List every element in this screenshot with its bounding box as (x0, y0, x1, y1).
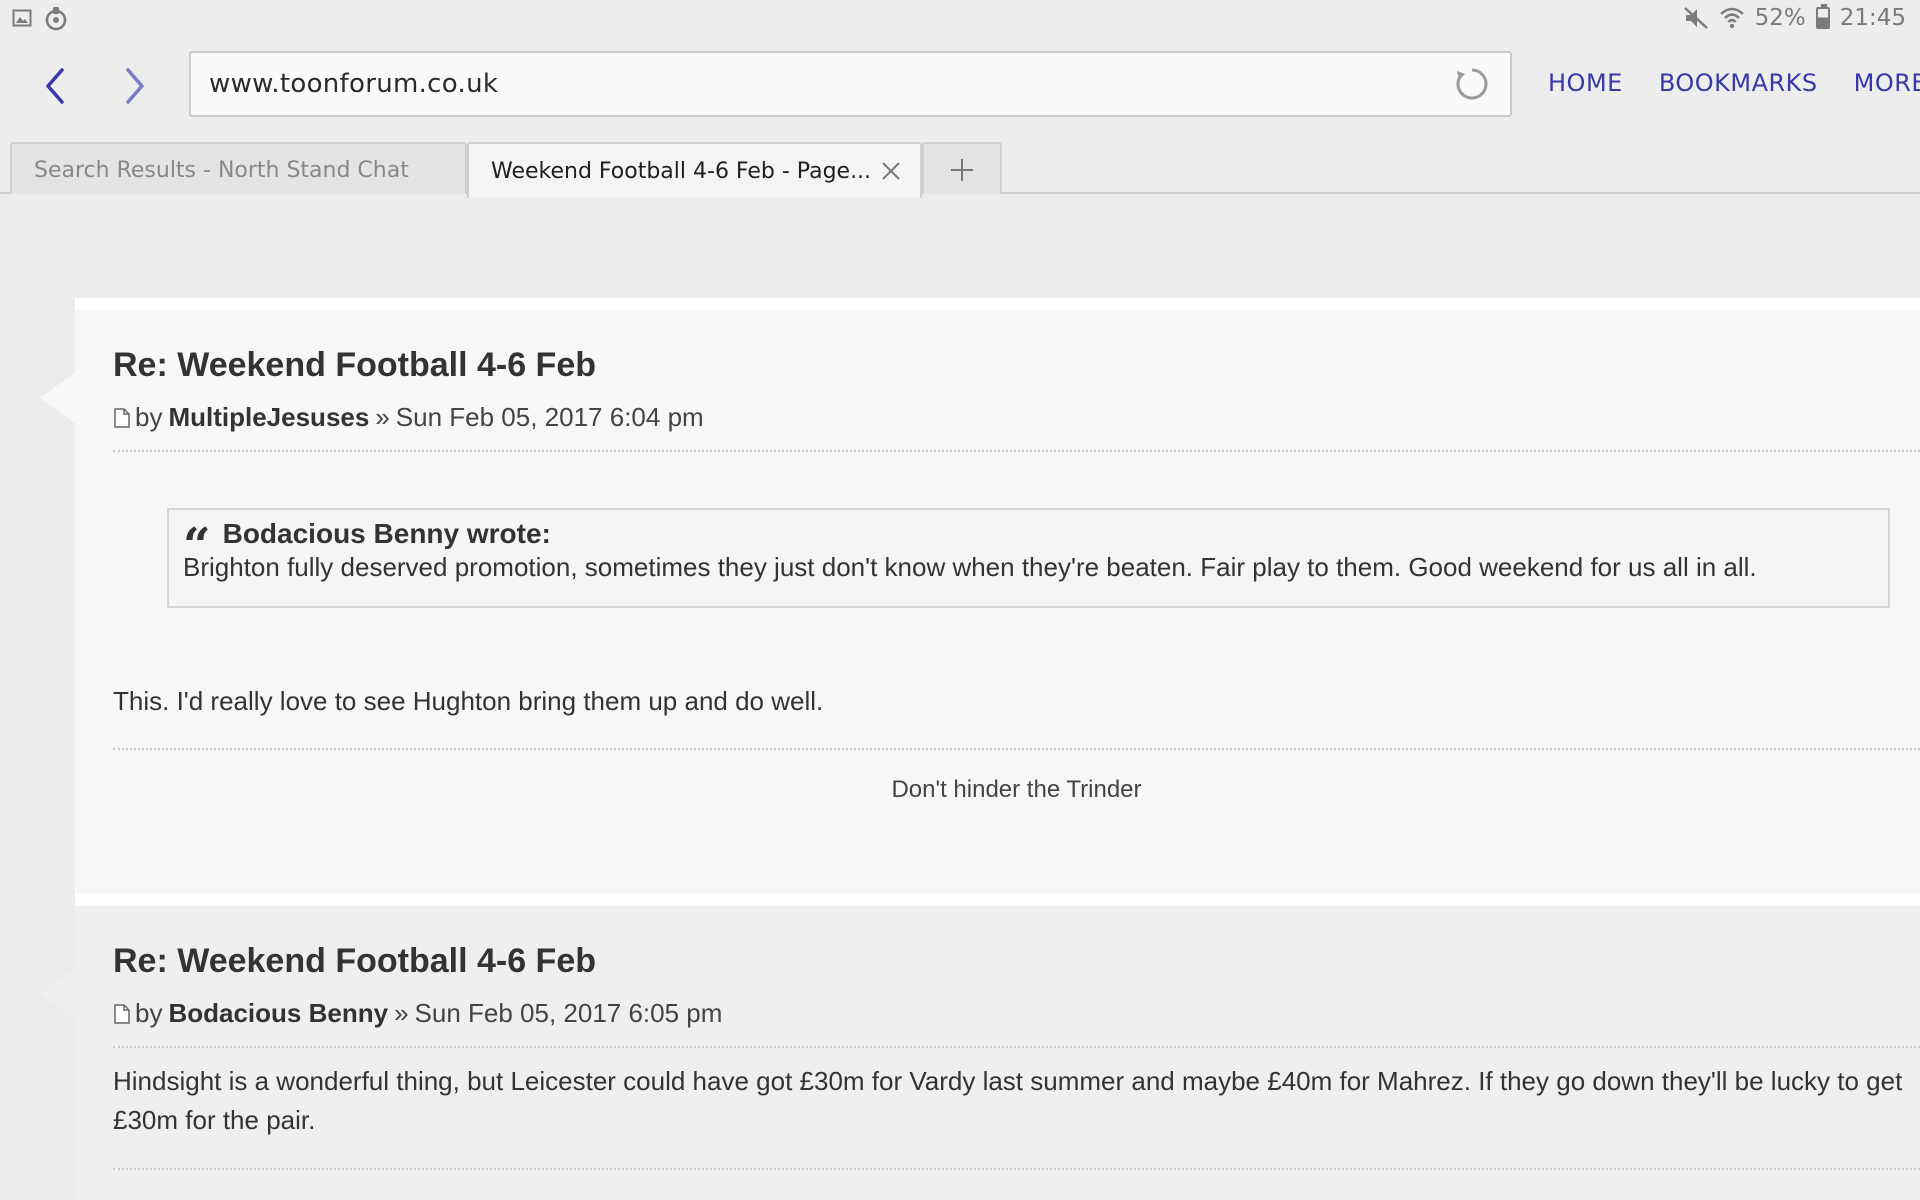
quote-author: Bodacious Benny wrote: (222, 518, 551, 549)
forum-post: Re: Weekend Football 4-6 Feb by Bodaciou… (0, 906, 1920, 1200)
more-link[interactable]: MORE (1854, 69, 1920, 97)
post-by: by (135, 998, 163, 1028)
page-top-area (75, 194, 1920, 298)
post-date: Sun Feb 05, 2017 6:04 pm (395, 402, 704, 432)
signature-divider (113, 1168, 1920, 1170)
post-gutter (0, 906, 75, 1200)
chevron-right-icon (126, 68, 144, 104)
page-content: Re: Weekend Football 4-6 Feb by Multiple… (0, 194, 1920, 1200)
quote-header: “ Bodacious Benny wrote: (183, 518, 1874, 574)
url-text[interactable]: www.toonforum.co.uk (209, 69, 1452, 99)
reload-icon[interactable] (1452, 64, 1492, 104)
tab-label: Search Results - North Stand Chat (34, 157, 409, 183)
post-pointer (40, 968, 76, 1020)
url-bar[interactable]: www.toonforum.co.uk (189, 51, 1512, 117)
bookmarks-link[interactable]: BOOKMARKS (1659, 69, 1818, 97)
quote-block: “ Bodacious Benny wrote: Brighton fully … (167, 508, 1890, 608)
clock: 21:45 (1839, 5, 1906, 31)
post-author[interactable]: MultipleJesuses (168, 402, 369, 433)
forward-button[interactable] (105, 56, 165, 116)
post-document-icon[interactable] (113, 407, 133, 428)
post-author[interactable]: Bodacious Benny (168, 998, 388, 1029)
status-right: 52% 21:45 (1683, 4, 1906, 31)
post-title[interactable]: Re: Weekend Football 4-6 Feb (113, 346, 596, 385)
post-meta: by Bodacious Benny » Sun Feb 05, 2017 6:… (113, 998, 722, 1029)
battery-icon (1815, 4, 1830, 29)
home-link[interactable]: HOME (1548, 69, 1623, 97)
back-button[interactable] (25, 56, 85, 116)
notification-icon (44, 5, 68, 31)
post-document-icon[interactable] (113, 1003, 133, 1024)
post-title[interactable]: Re: Weekend Football 4-6 Feb (113, 942, 596, 981)
plus-icon (951, 159, 973, 181)
status-bar: 52% 21:45 (0, 0, 1920, 36)
status-left (12, 5, 68, 31)
quote-icon: “ (183, 518, 211, 574)
post-separator: » (394, 998, 409, 1028)
post-body: This. I'd really love to see Hughton bri… (113, 686, 824, 716)
post-by: by (135, 402, 163, 432)
gallery-icon (12, 8, 32, 28)
wifi-icon (1719, 6, 1745, 30)
post-divider (113, 450, 1920, 452)
chevron-left-icon (46, 68, 64, 104)
close-icon[interactable] (876, 156, 906, 186)
top-links: HOME BOOKMARKS MORE (1548, 69, 1920, 97)
browser-toolbar: www.toonforum.co.uk HOME BOOKMARKS MORE (0, 36, 1920, 136)
post-date: Sun Feb 05, 2017 6:05 pm (414, 998, 723, 1028)
post-separator: » (375, 402, 390, 432)
post-divider (113, 1046, 1920, 1048)
post-body: Hindsight is a wonderful thing, but Leic… (113, 1066, 1903, 1135)
forum-post: Re: Weekend Football 4-6 Feb by Multiple… (0, 310, 1920, 894)
tab-weekend-football[interactable]: Weekend Football 4-6 Feb - Page... (467, 142, 922, 198)
tab-label: Weekend Football 4-6 Feb - Page... (491, 158, 872, 184)
post-signature: Don't hinder the Trinder (891, 776, 1142, 803)
tab-search-results[interactable]: Search Results - North Stand Chat (10, 142, 467, 196)
quote-text: Brighton fully deserved promotion, somet… (183, 552, 1757, 582)
mute-icon (1683, 6, 1709, 30)
new-tab-button[interactable] (922, 142, 1002, 196)
signature-divider (113, 748, 1920, 750)
battery-percent: 52% (1754, 5, 1806, 31)
tab-strip: Search Results - North Stand Chat Weeken… (0, 136, 1920, 198)
post-meta: by MultipleJesuses » Sun Feb 05, 2017 6:… (113, 402, 704, 433)
post-pointer (40, 372, 76, 424)
